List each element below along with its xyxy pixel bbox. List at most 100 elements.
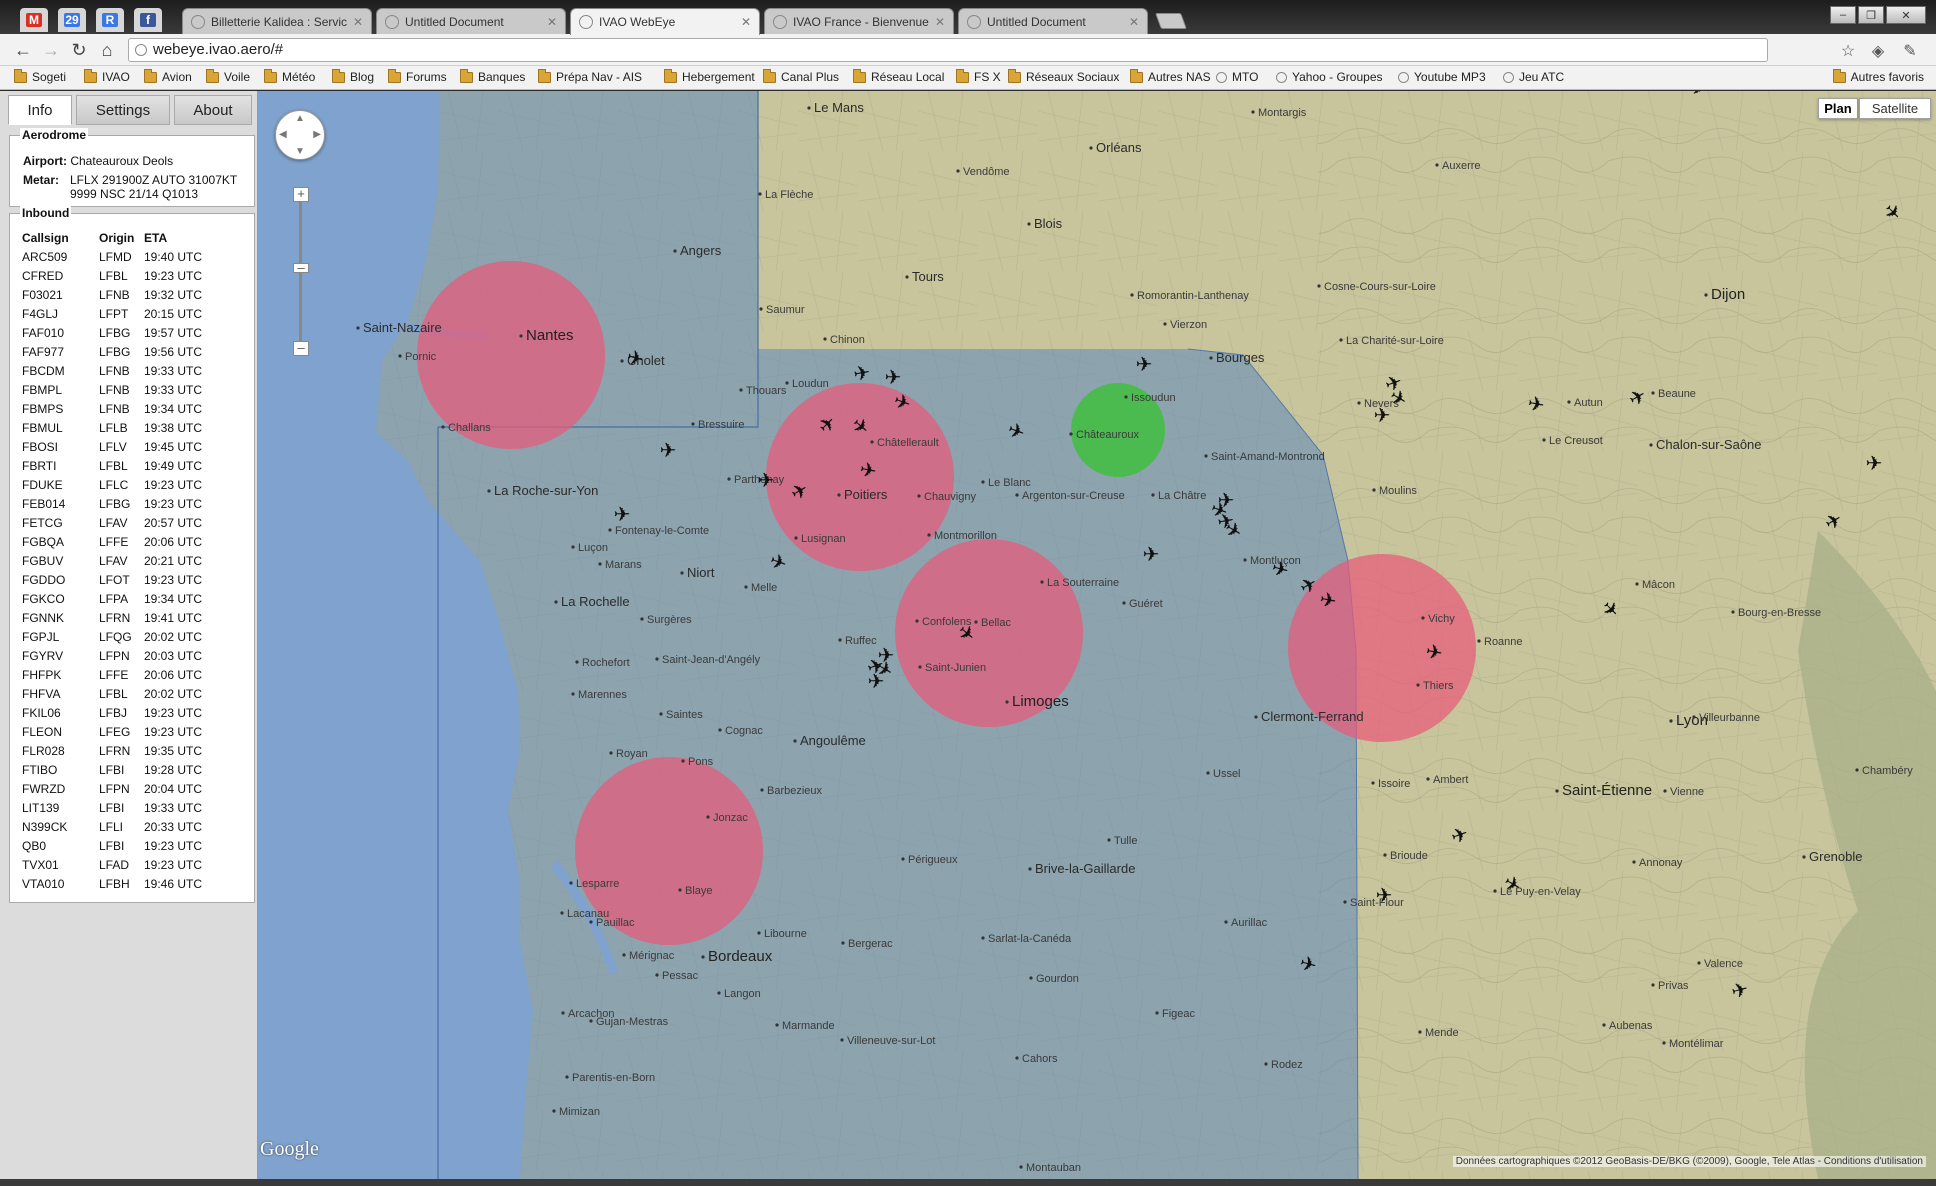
close-tab-icon[interactable]: ✕ xyxy=(547,15,557,29)
bookmark-item[interactable]: FS X xyxy=(956,68,1001,84)
tab-info[interactable]: Info xyxy=(8,95,72,125)
table-row[interactable]: F03021 LFNB 19:32 UTC xyxy=(22,285,202,304)
bookmark-item[interactable]: Autres NAS xyxy=(1130,68,1211,84)
zoom-in-button[interactable]: + xyxy=(293,187,309,202)
table-row[interactable]: FDUKE LFLC 19:23 UTC xyxy=(22,475,202,494)
table-row[interactable]: FGPJL LFQG 20:02 UTC xyxy=(22,627,202,646)
table-row[interactable]: FBCDM LFNB 19:33 UTC xyxy=(22,361,202,380)
aircraft-icon[interactable]: ✈ xyxy=(1376,885,1393,907)
table-row[interactable]: FLR028 LFRN 19:35 UTC xyxy=(22,741,202,760)
table-row[interactable]: FBMPS LFNB 19:34 UTC xyxy=(22,399,202,418)
tab-about[interactable]: About xyxy=(174,95,252,125)
calendar-icon[interactable]: 29 xyxy=(58,8,86,32)
table-row[interactable]: FGKCO LFPA 19:34 UTC xyxy=(22,589,202,608)
table-row[interactable]: FHFVA LFBL 20:02 UTC xyxy=(22,684,202,703)
aircraft-icon[interactable]: ✈ xyxy=(1136,354,1153,376)
table-row[interactable]: FBOSI LFLV 19:45 UTC xyxy=(22,437,202,456)
table-row[interactable]: LIT139 LFBI 19:33 UTC xyxy=(22,798,202,817)
table-row[interactable]: FETCG LFAV 20:57 UTC xyxy=(22,513,202,532)
zoom-slider-handle[interactable]: – xyxy=(293,261,309,274)
table-row[interactable]: FAF977 LFBG 19:56 UTC xyxy=(22,342,202,361)
bookmark-item[interactable]: Réseaux Sociaux xyxy=(1008,68,1119,84)
table-row[interactable]: FGYRV LFPN 20:03 UTC xyxy=(22,646,202,665)
pan-control[interactable]: ▲ ▼ ◀ ▶ xyxy=(275,110,325,160)
tab-settings[interactable]: Settings xyxy=(76,95,170,125)
table-row[interactable]: FLEON LFEG 19:23 UTC xyxy=(22,722,202,741)
table-row[interactable]: FHFPK LFFE 20:06 UTC xyxy=(22,665,202,684)
pan-down-icon[interactable]: ▼ xyxy=(295,146,305,157)
table-row[interactable]: FWRZD LFPN 20:04 UTC xyxy=(22,779,202,798)
aircraft-icon[interactable]: ✈ xyxy=(758,470,775,492)
bookmark-item[interactable]: Yahoo - Groupes xyxy=(1276,70,1383,84)
bookmark-item[interactable]: Jeu ATC xyxy=(1503,70,1564,84)
tab-ivao-webeye[interactable]: IVAO WebEye ✕ xyxy=(570,8,760,35)
table-row[interactable]: FGBUV LFAV 20:21 UTC xyxy=(22,551,202,570)
table-row[interactable]: ARC509 LFMD 19:40 UTC xyxy=(22,247,202,266)
map-copyright[interactable]: Données cartographiques ©2012 GeoBasis-D… xyxy=(1452,1156,1926,1167)
close-tab-icon[interactable]: ✕ xyxy=(741,15,751,29)
table-row[interactable]: FBMPL LFNB 19:33 UTC xyxy=(22,380,202,399)
bookmark-item[interactable]: Voile xyxy=(206,68,250,84)
table-row[interactable]: FBMUL LFLB 19:38 UTC xyxy=(22,418,202,437)
bookmark-item[interactable]: Youtube MP3 xyxy=(1398,70,1486,84)
close-tab-icon[interactable]: ✕ xyxy=(1129,15,1139,29)
table-row[interactable]: FBRTI LFBL 19:49 UTC xyxy=(22,456,202,475)
table-row[interactable]: FAF010 LFBG 19:57 UTC xyxy=(22,323,202,342)
table-row[interactable]: VTA010 LFBH 19:46 UTC xyxy=(22,874,202,893)
reload-button[interactable]: ↻ xyxy=(68,40,90,60)
tab-untitled-1[interactable]: Untitled Document ✕ xyxy=(376,8,566,34)
facebook-icon[interactable]: f xyxy=(134,8,162,32)
map-canvas[interactable]: Le Mans Orléans Angers Tours Blois Nantes Chol… xyxy=(258,91,1936,1179)
pan-right-icon[interactable]: ▶ xyxy=(313,129,321,140)
bookmark-item[interactable]: Canal Plus xyxy=(763,68,839,84)
satellite-map-button[interactable]: Satellite xyxy=(1859,98,1931,119)
table-row[interactable]: FGDDO LFOT 19:23 UTC xyxy=(22,570,202,589)
table-row[interactable]: N399CK LFLI 20:33 UTC xyxy=(22,817,202,836)
bookmark-item[interactable]: Prépa Nav - AIS xyxy=(538,68,642,84)
table-row[interactable]: FGBQA LFFE 20:06 UTC xyxy=(22,532,202,551)
table-row[interactable]: TVX01 LFAD 19:23 UTC xyxy=(22,855,202,874)
bookmark-item[interactable]: MTO xyxy=(1216,70,1258,84)
home-button[interactable]: ⌂ xyxy=(96,40,118,60)
table-row[interactable]: FTIBO LFBI 19:28 UTC xyxy=(22,760,202,779)
table-row[interactable]: CFRED LFBL 19:23 UTC xyxy=(22,266,202,285)
pan-up-icon[interactable]: ▲ xyxy=(295,113,305,124)
gmail-icon[interactable]: M xyxy=(20,8,48,32)
address-bar[interactable]: webeye.ivao.aero/# xyxy=(128,38,1768,62)
bookmark-item[interactable]: Réseau Local xyxy=(853,68,944,84)
table-row[interactable]: FKIL06 LFBJ 19:23 UTC xyxy=(22,703,202,722)
bookmark-item[interactable]: Blog xyxy=(332,68,374,84)
table-row[interactable]: QB0 LFBI 19:23 UTC xyxy=(22,836,202,855)
close-tab-icon[interactable]: ✕ xyxy=(935,15,945,29)
zoom-out-button[interactable]: – xyxy=(293,341,309,356)
forward-button[interactable]: → xyxy=(40,40,62,60)
minimize-button[interactable]: – xyxy=(1830,6,1856,24)
aircraft-icon[interactable]: ✈ xyxy=(1866,453,1883,475)
bookmark-item[interactable]: Forums xyxy=(388,68,447,84)
restore-button[interactable]: ❐ xyxy=(1858,6,1884,24)
aircraft-icon[interactable]: ✈ xyxy=(1374,405,1391,427)
bookmark-item[interactable]: Hebergement xyxy=(664,68,755,84)
wrench-icon[interactable]: ✎ xyxy=(1900,41,1920,61)
new-tab-button[interactable] xyxy=(1155,13,1187,29)
tab-ivao-france[interactable]: IVAO France - Bienvenue / ✕ xyxy=(764,8,954,34)
tab-untitled-2[interactable]: Untitled Document ✕ xyxy=(958,8,1148,34)
bookmark-item[interactable]: Sogeti xyxy=(14,68,66,84)
bookmark-item[interactable]: IVAO xyxy=(84,68,130,84)
other-bookmarks[interactable]: Autres favoris xyxy=(1832,68,1924,84)
approach-circle[interactable] xyxy=(417,261,605,449)
close-window-button[interactable]: ✕ xyxy=(1886,6,1926,24)
back-button[interactable]: ← xyxy=(12,40,34,60)
bookmark-item[interactable]: Avion xyxy=(144,68,192,84)
aircraft-icon[interactable]: ✈ xyxy=(660,440,677,462)
table-row[interactable]: FEB014 LFBG 19:23 UTC xyxy=(22,494,202,513)
aircraft-icon[interactable]: ✈ xyxy=(868,671,885,693)
extension-icon[interactable]: ◈ xyxy=(1868,41,1888,61)
pan-left-icon[interactable]: ◀ xyxy=(279,129,287,140)
table-row[interactable]: F4GLJ LFPT 20:15 UTC xyxy=(22,304,202,323)
reader-icon[interactable]: R xyxy=(96,8,124,32)
aircraft-icon[interactable]: ✈ xyxy=(614,504,631,526)
close-tab-icon[interactable]: ✕ xyxy=(353,15,363,29)
bookmark-item[interactable]: Météo xyxy=(264,68,315,84)
bookmark-item[interactable]: Banques xyxy=(460,68,525,84)
